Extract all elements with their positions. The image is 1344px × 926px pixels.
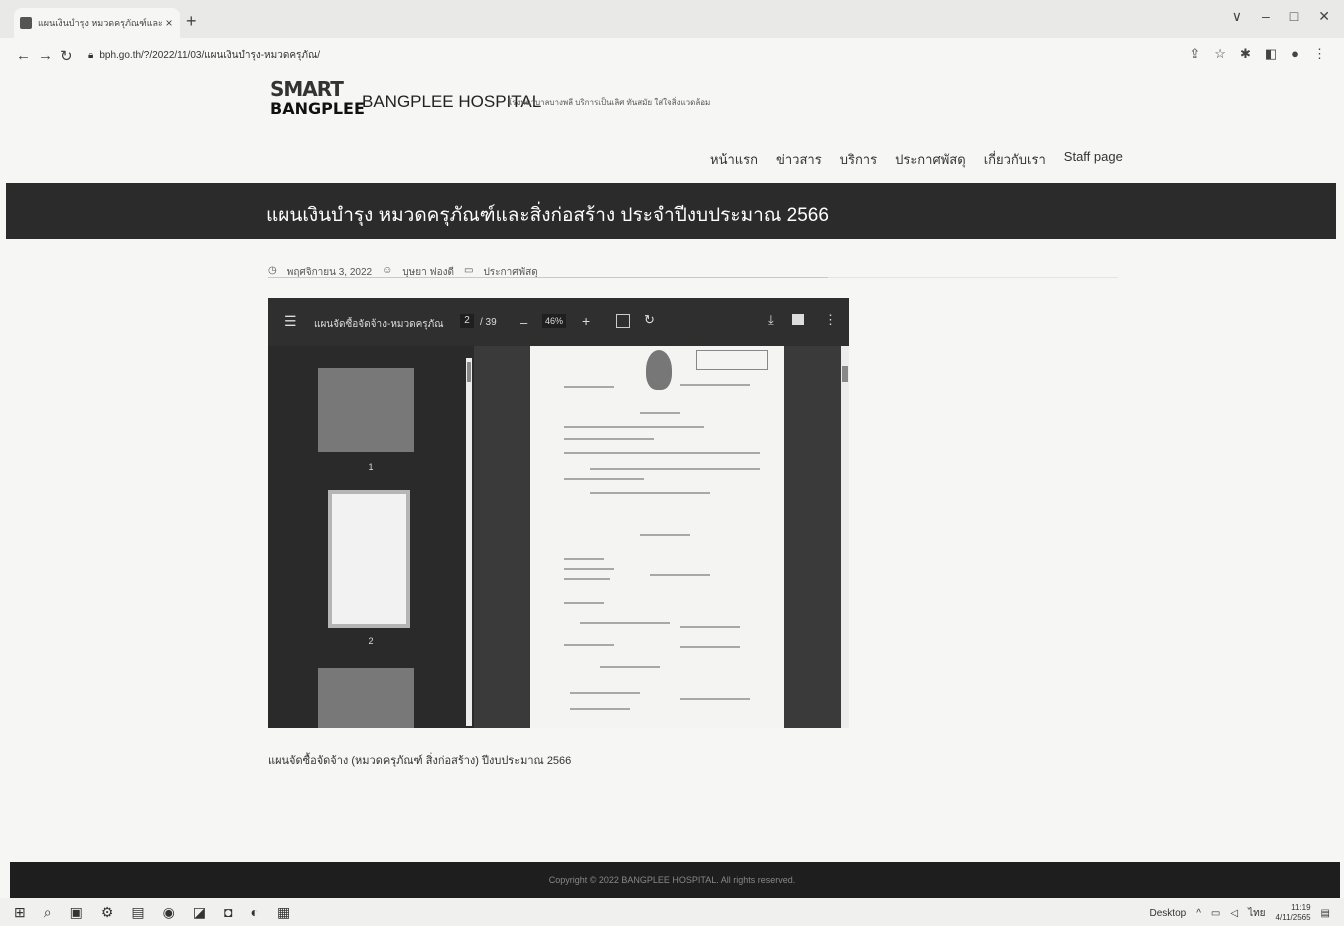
address-bar-row: ← → ↻ 🔒︎ bph.go.th/?/2022/11/03/แผนเงินบ… [0,38,1344,72]
tab-title: แผนเงินบำรุง หมวดครุภัณฑ์และสิ่งก่อ... [38,18,162,28]
site-logo[interactable]: SMART BANGPLEE [270,77,365,118]
pdf-viewer[interactable]: ☰ แผนจัดซื้อจัดจ้าง-หมวดครุภัณ... 2 / 39… [268,298,849,728]
menu-item-about[interactable]: เกี่ยวกับเรา [984,149,1046,170]
rotate-icon[interactable]: ↻ [644,312,655,328]
back-arrow-icon[interactable]: ← [16,47,31,64]
receipt-stamp [696,350,768,370]
menu-icon[interactable]: ⋮ [1313,46,1326,62]
document-caption: แผนจัดซื้อจัดจ้าง (หมวดครุภัณฑ์ สิ่งก่อส… [268,755,572,767]
thumbnail-label-2: 2 [368,636,374,646]
new-tab-button[interactable]: + [186,12,197,30]
favicon-icon [20,17,32,29]
browser-toolbar-icons: ⇪ ☆ ✱ ◧ ● ⋮ [1189,46,1326,62]
page-total: / 39 [480,317,497,328]
thumbnail-label-1: 1 [368,462,374,472]
chevron-up-icon[interactable]: ^ [1196,908,1201,919]
task-view-icon[interactable]: ▣ [70,904,83,921]
maximize-button[interactable]: □ [1290,8,1298,25]
meta-divider-rest [828,277,1118,278]
logo-line-2: BANGPLEE [270,99,365,118]
pdf-file-name: แผนจัดซื้อจัดจ้าง-หมวดครุภัณ... [314,319,444,330]
forward-arrow-icon[interactable]: → [38,47,53,64]
url-text: bph.go.th/?/2022/11/03/แผนเงินบำรุง-หมวด… [99,49,321,61]
tab-close-button[interactable]: × [162,16,176,30]
file-explorer-icon[interactable]: ▤ [131,904,144,921]
copyright-text: Copyright © 2022 BANGPLEE HOSPITAL. All … [548,875,796,885]
window-controls: ∨ – □ ✕ [1232,8,1330,25]
search-icon[interactable]: ⌕ [44,904,52,921]
browser-tab-bar: แผนเงินบำรุง หมวดครุภัณฑ์และสิ่งก่อ... ×… [0,0,1344,38]
page-title: แผนเงินบำรุง หมวดครุภัณฑ์และสิ่งก่อสร้าง… [266,205,829,226]
minimize-button[interactable]: – [1262,8,1270,25]
page-thumbnail-1[interactable] [318,368,414,452]
pdf-toolbar: ☰ แผนจัดซื้อจัดจ้าง-หมวดครุภัณ... 2 / 39… [268,298,849,346]
star-icon[interactable]: ☆ [1214,46,1226,62]
main-menu: หน้าแรก ข่าวสาร บริการ ประกาศพัสดุ เกี่ย… [710,149,1123,170]
page-thumbnail-3[interactable] [318,668,414,728]
settings-icon[interactable]: ⚙ [101,904,114,921]
thumbnail-scrollbar[interactable] [466,358,472,726]
share-icon[interactable]: ⇪ [1189,46,1200,62]
menu-item-staff[interactable]: Staff page [1064,149,1123,170]
menu-item-services[interactable]: บริการ [840,149,877,170]
network-icon[interactable]: ▭ [1211,908,1220,919]
logo-line-1: SMART [270,77,344,101]
menu-item-news[interactable]: ข่าวสาร [776,149,822,170]
menu-icon[interactable]: ☰ [284,313,297,330]
pdf-page [530,346,784,728]
garuda-seal-icon [646,350,672,390]
page-scrollbar[interactable] [841,346,849,728]
browser-tab[interactable]: แผนเงินบำรุง หมวดครุภัณฑ์และสิ่งก่อ... × [14,8,180,38]
page-number-input[interactable]: 2 [460,314,474,328]
page-thumbnail-2[interactable] [328,490,410,628]
system-tray: Desktop ^ ▭ ◁ ไทย 11:19 4/11/2565 ▤ [1150,903,1330,923]
chrome-icon[interactable]: ◉ [163,904,175,921]
desktop-label[interactable]: Desktop [1150,908,1187,919]
more-options-icon[interactable]: ⋮ [824,312,837,328]
reload-icon[interactable]: ↻ [60,47,73,65]
excel-icon[interactable]: ▦ [277,904,290,921]
pdf-page-area [478,346,849,728]
clock[interactable]: 11:19 4/11/2565 [1276,903,1311,923]
menu-item-home[interactable]: หน้าแรก [710,149,758,170]
taskbar-apps: ⊞ ⌕ ▣ ⚙ ▤ ◉ ◪ ◘ ◐ ▦ [14,904,290,921]
close-window-button[interactable]: ✕ [1318,8,1330,25]
print-icon[interactable] [792,314,804,325]
language-indicator[interactable]: ไทย [1248,906,1265,921]
outlook-icon[interactable]: ◪ [193,904,206,921]
tab-search-button[interactable]: ∨ [1232,8,1242,25]
clock-time: 11:19 [1291,903,1311,912]
start-icon[interactable]: ⊞ [14,904,26,921]
notification-icon[interactable]: ▤ [1321,908,1330,919]
profile-icon[interactable]: ● [1291,46,1299,62]
line-app-icon[interactable]: ◘ [224,904,232,921]
meta-divider [268,277,828,278]
volume-icon[interactable]: ◁ [1230,908,1238,919]
thumbnail-sidebar: 1 2 [268,346,474,728]
zoom-input[interactable]: 46% [542,314,566,328]
zoom-in-button[interactable]: + [582,313,590,329]
zoom-out-button[interactable]: – [520,315,527,330]
browser-icon[interactable]: ◐ [251,904,259,921]
menu-item-procurement[interactable]: ประกาศพัสดุ [895,149,966,170]
sidebar-icon[interactable]: ◧ [1265,46,1277,62]
clock-date: 4/11/2565 [1275,913,1311,922]
site-tagline: โรงพยาบาลบางพลี บริการเป็นเลิศ ทันสมัย ใ… [508,98,711,107]
fit-page-icon[interactable] [616,314,630,328]
windows-taskbar: ⊞ ⌕ ▣ ⚙ ▤ ◉ ◪ ◘ ◐ ▦ Desktop ^ ▭ ◁ ไทย 11… [0,898,1344,926]
download-icon[interactable]: ⤓ [768,312,774,328]
lock-icon: 🔒︎ [88,49,94,61]
url-field[interactable]: 🔒︎ bph.go.th/?/2022/11/03/แผนเงินบำรุง-ห… [88,46,1188,64]
extensions-icon[interactable]: ✱ [1240,46,1251,62]
